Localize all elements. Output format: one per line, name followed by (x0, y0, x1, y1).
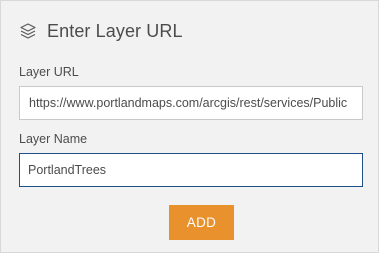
layer-url-label: Layer URL (19, 65, 79, 79)
add-layer-panel: Enter Layer URL Layer URL Layer Name ADD (0, 0, 379, 253)
layers-icon (18, 21, 38, 41)
panel-header: Enter Layer URL (18, 19, 183, 43)
layer-name-input[interactable] (19, 153, 363, 187)
add-button[interactable]: ADD (169, 205, 234, 240)
layer-name-label: Layer Name (19, 132, 88, 146)
panel-title: Enter Layer URL (47, 20, 183, 41)
layer-url-input[interactable] (19, 86, 363, 120)
